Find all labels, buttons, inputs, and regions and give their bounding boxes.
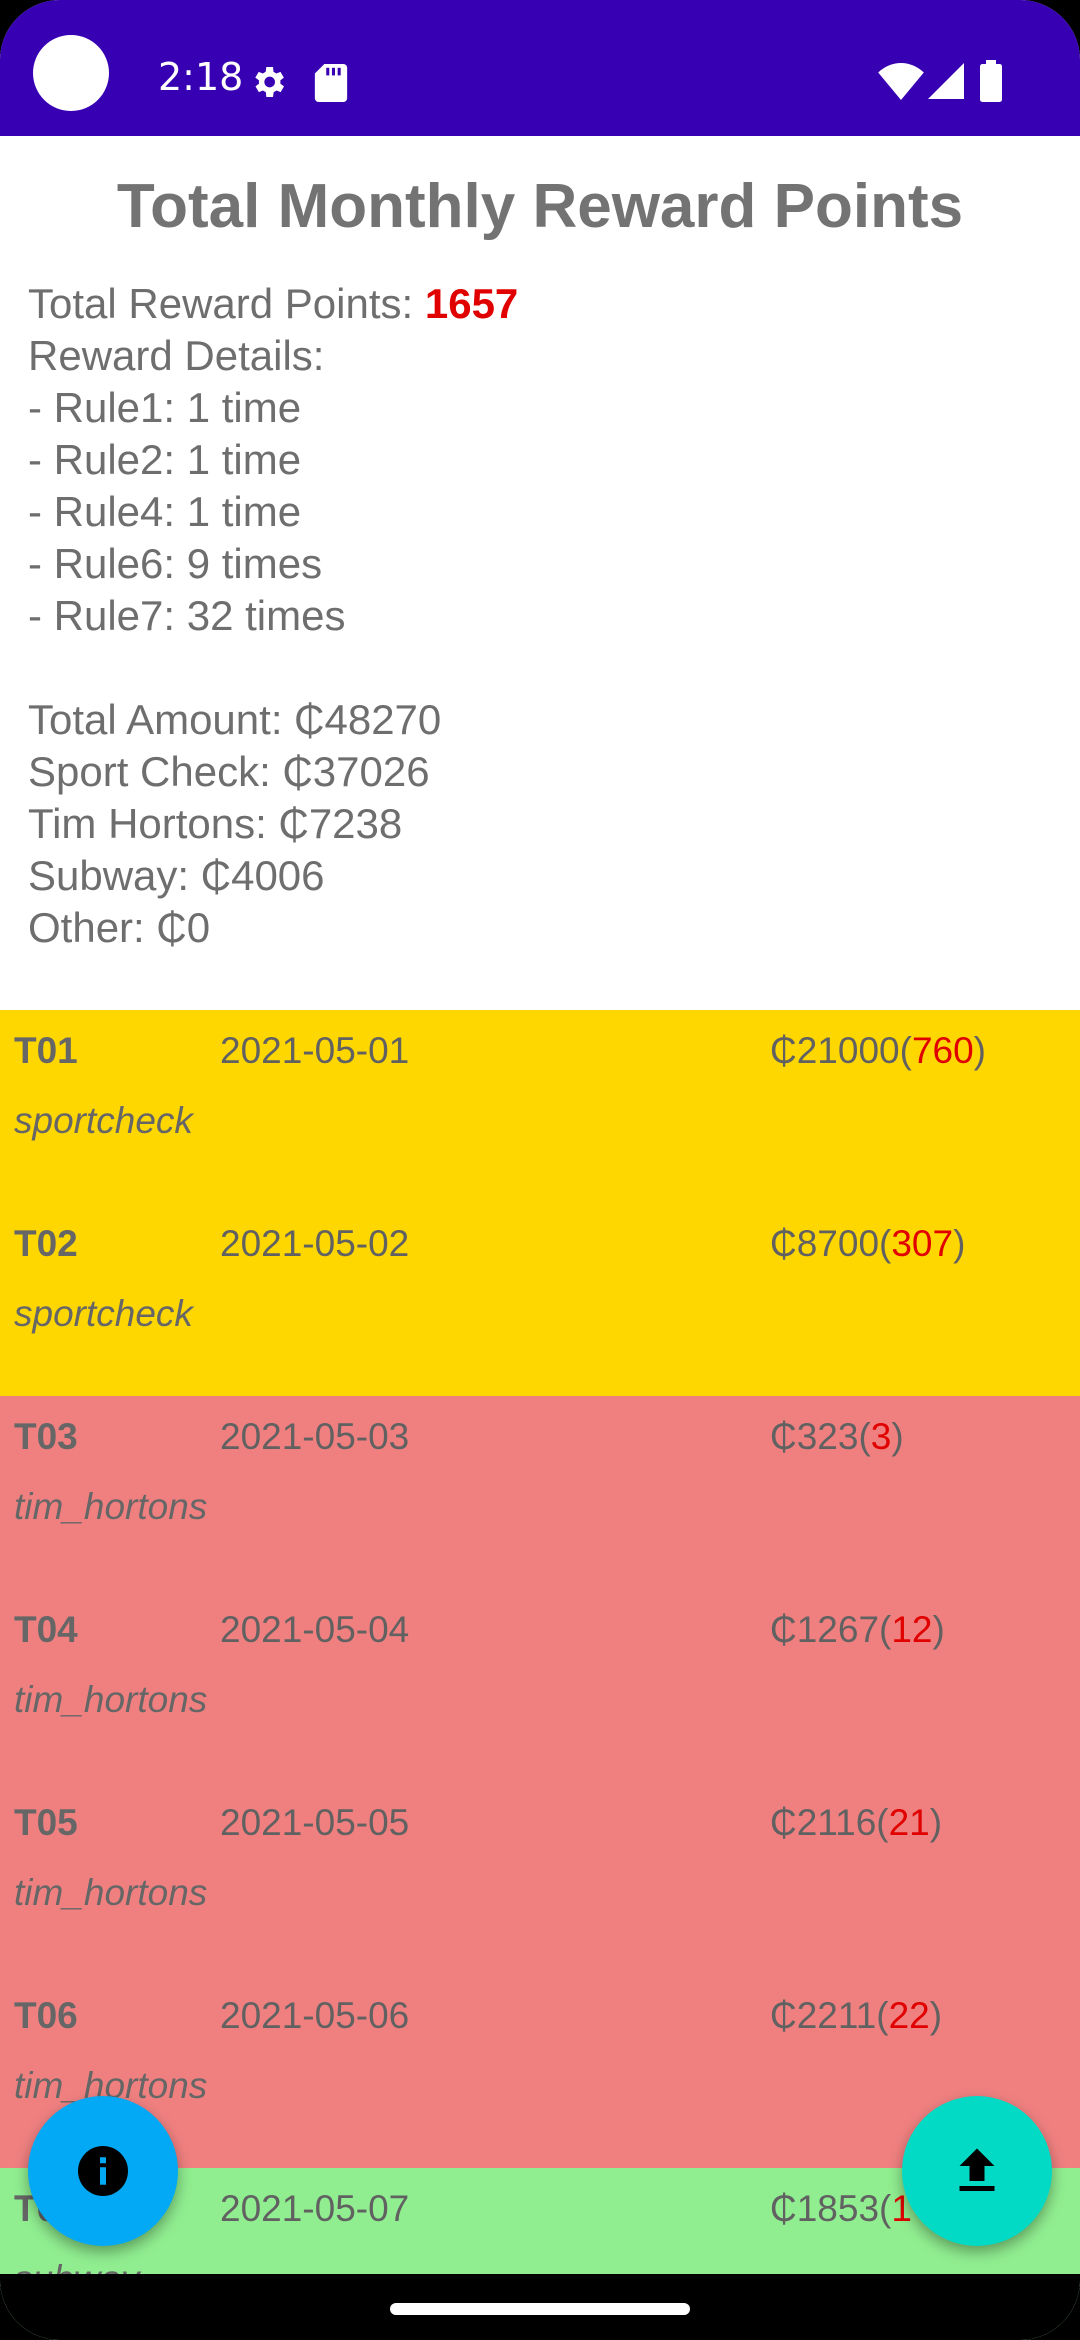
transaction-id: T02 [14,1223,78,1264]
page-title: Total Monthly Reward Points [116,172,964,241]
amount-value: ₵1267( [770,1609,892,1650]
total-points-value: 1657 [424,280,519,327]
app-screen: 2:18 Total Monthly Reward Points Total R… [0,0,1080,2340]
amount-value: ₵323( [770,1416,871,1457]
transaction-date: 2021-05-04 [220,1609,410,1650]
info-icon [78,2146,128,2196]
upload-icon [959,2148,995,2191]
status-circle-indicator [33,35,109,111]
transaction-id: T05 [14,1802,78,1843]
sd-card-icon [314,64,348,102]
amount-value: ₵2116( [770,1802,889,1843]
transaction-row[interactable]: T01 2021-05-01 ₵21000(760) sportcheck [0,1010,1080,1203]
transaction-merchant: tim_hortons [14,1872,208,1913]
amount-points: 307 [891,1223,954,1264]
rule-line: - Rule2: 1 time [28,436,302,483]
transaction-amount: ₵1853(1 [770,2188,912,2230]
amount-points: 760 [911,1030,974,1071]
gear-icon [255,67,284,97]
transaction-merchant: sportcheck [14,1100,193,1141]
transaction-id: T04 [14,1609,78,1650]
transaction-row[interactable]: T04 2021-05-04 ₵1267(12) tim_hortons [0,1589,1080,1782]
transaction-amount: ₵2116(21) [770,1802,942,1844]
rule-line: - Rule1: 1 time [28,384,302,431]
transaction-id: T06 [14,1995,78,2036]
amount-points: 3 [870,1416,892,1457]
upload-fab-button[interactable] [902,2096,1052,2246]
amount-close: ) [953,1223,966,1264]
transaction-row[interactable]: T03 2021-05-03 ₵323(3) tim_hortons [0,1396,1080,1589]
battery-icon [980,60,1002,102]
rule-line: - Rule4: 1 time [28,488,302,535]
transaction-row[interactable]: T05 2021-05-05 ₵2116(21) tim_hortons [0,1782,1080,1975]
amount-line: Sport Check: ₵37026 [28,748,430,795]
status-bar: 2:18 [0,0,1080,136]
transaction-merchant: tim_hortons [14,1679,208,1720]
transaction-amount: ₵323(3) [770,1416,904,1458]
home-gesture-handle[interactable] [390,2303,690,2315]
total-points-label: Total Reward Points: [28,280,425,327]
amount-line: Subway: ₵4006 [28,852,325,899]
amount-close: ) [929,1995,943,2036]
amount-points: 21 [888,1802,930,1843]
amount-close: ) [891,1416,904,1457]
amount-line: Other: ₵0 [28,904,211,951]
transaction-date: 2021-05-05 [220,1802,410,1843]
transaction-amount: ₵2211(22) [770,1995,942,2037]
transaction-date: 2021-05-03 [220,1416,410,1457]
amount-value: ₵1853( [770,2188,892,2229]
amount-value: ₵8700( [770,1223,892,1264]
transaction-date: 2021-05-06 [220,1995,410,2036]
signal-icon [928,63,964,99]
reward-details-label: Reward Details: [28,332,325,379]
info-fab-button[interactable] [28,2096,178,2246]
reward-summary: Total Reward Points: 1657 Reward Details… [28,278,1048,954]
amount-value: ₵2211( [770,1995,889,2036]
amount-value: ₵21000( [770,1030,912,1071]
rule-line: - Rule7: 32 times [28,592,346,639]
transaction-id: T03 [14,1416,78,1457]
transaction-amount: ₵1267(12) [770,1609,945,1651]
transaction-date: 2021-05-02 [220,1223,410,1264]
total-points-line: Total Reward Points: 1657 [28,278,1048,330]
transaction-date: 2021-05-01 [220,1030,410,1071]
amount-line: Tim Hortons: ₵7238 [28,800,403,847]
status-time: 2:18 [158,55,244,99]
transaction-merchant: tim_hortons [14,1486,208,1527]
transaction-amount: ₵21000(760) [770,1030,986,1072]
amount-close: ) [929,1802,943,1843]
transaction-row[interactable]: T02 2021-05-02 ₵8700(307) sportcheck [0,1203,1080,1396]
transaction-amount: ₵8700(307) [770,1223,965,1265]
amount-points: 12 [891,1609,933,1650]
amount-line: Total Amount: ₵48270 [28,696,442,743]
transaction-date: 2021-05-07 [220,2188,410,2229]
amount-close: ) [932,1609,945,1650]
wifi-icon [878,62,924,100]
amount-close: ) [973,1030,986,1071]
amount-points: 22 [888,1995,930,2036]
transaction-id: T01 [14,1030,78,1071]
rule-line: - Rule6: 9 times [28,540,323,587]
transaction-merchant: sportcheck [14,1293,193,1334]
